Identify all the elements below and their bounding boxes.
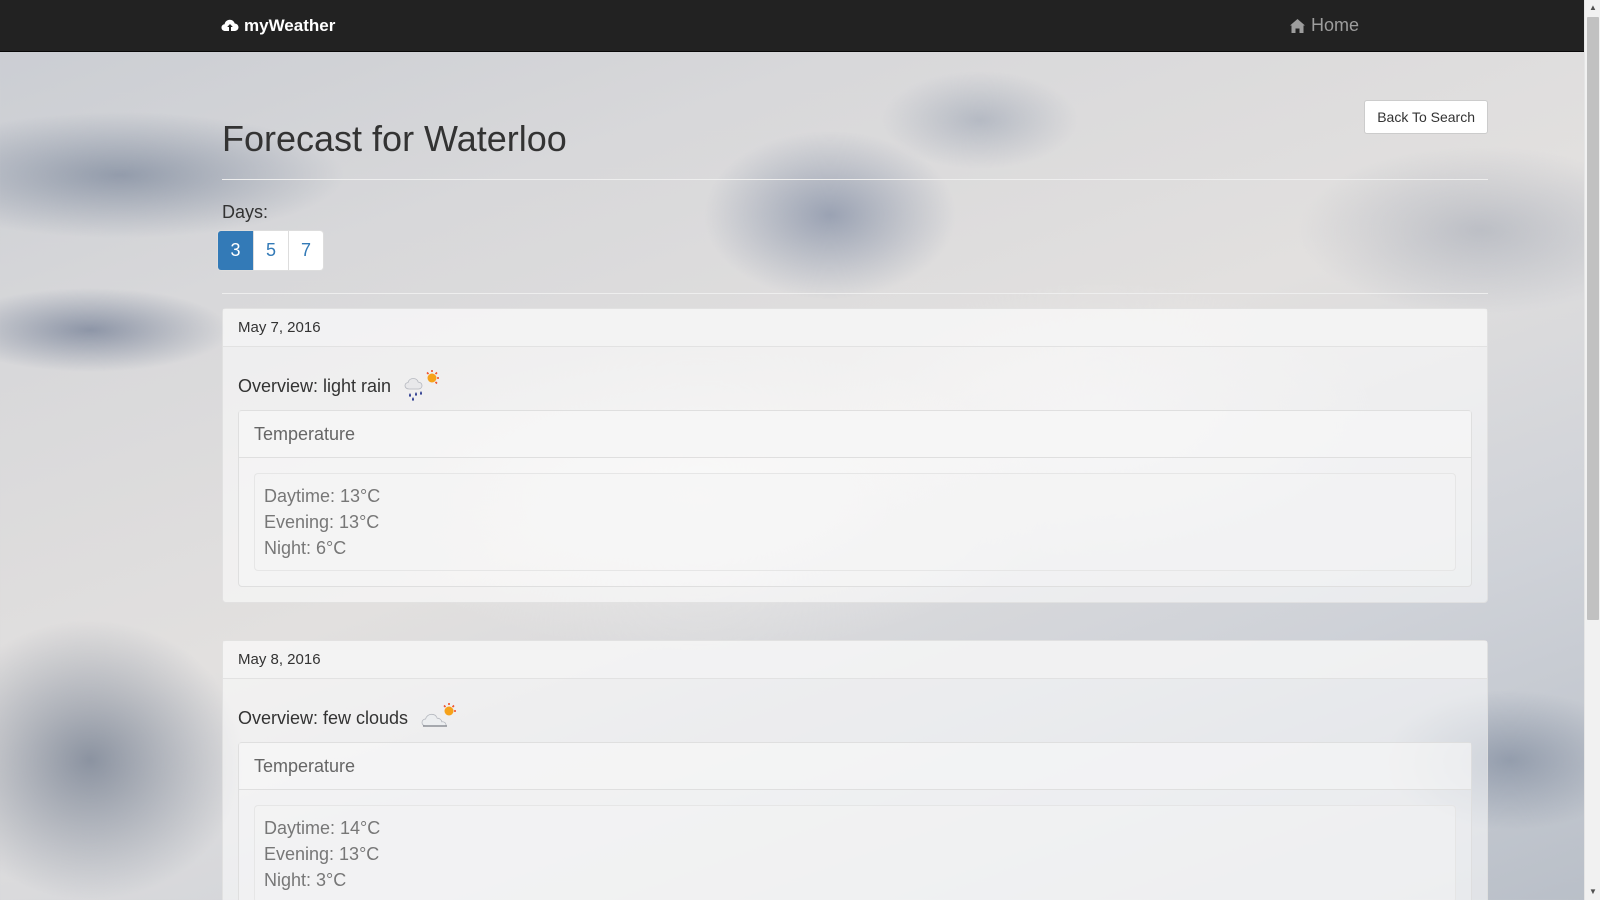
page-title: Forecast for Waterloo [222,118,567,159]
top-navbar: myWeather Home [0,0,1584,52]
days-selector: 3 5 7 [217,230,324,271]
temperature-list: Daytime: 14°C Evening: 13°C Night: 3°C [254,805,1456,900]
temperature-heading: Temperature [239,411,1471,458]
nav-home-link[interactable]: Home [1289,15,1359,36]
overview-text: Overview: light rain [238,375,392,396]
night-temp: Night: 3°C [264,870,347,890]
night-temp: Night: 6°C [264,538,347,558]
forecast-date: May 7, 2016 [223,309,1487,347]
forecast-body: Overview: few clouds Temperature Daytime… [223,679,1487,900]
back-to-search-button[interactable]: Back To Search [1364,100,1488,134]
temperature-panel: Temperature Daytime: 13°C Evening: 13°C … [238,410,1472,587]
page-scrollbar[interactable]: ▲ ▼ [1584,0,1600,900]
scroll-up-arrow-icon[interactable]: ▲ [1585,0,1600,16]
temperature-body: Daytime: 13°C Evening: 13°C Night: 6°C [239,458,1471,586]
scroll-down-arrow-icon[interactable]: ▼ [1585,884,1600,900]
temperature-list: Daytime: 13°C Evening: 13°C Night: 6°C [254,473,1456,571]
days-option-3[interactable]: 3 [218,231,253,270]
temperature-panel: Temperature Daytime: 14°C Evening: 13°C … [238,742,1472,900]
scroll-thumb[interactable] [1587,17,1599,620]
cloud-sun-icon [420,701,458,735]
overview-text: Overview: few clouds [238,707,409,728]
days-label: Days: [222,202,269,222]
nav-home-label: Home [1311,15,1360,35]
rain-sun-icon [403,369,441,403]
section-divider [222,293,1488,294]
main-content: Forecast for Waterloo Back To Search Day… [217,52,1488,900]
home-icon [1289,18,1306,34]
overview-row: Overview: light rain [238,362,1472,410]
cloud-upload-icon [221,17,239,35]
forecast-card: May 7, 2016 Overview: light rain Tempera… [222,308,1488,603]
overview-row: Overview: few clouds [238,694,1472,742]
brand-link[interactable]: myWeather [221,16,335,36]
days-option-5[interactable]: 5 [253,231,288,270]
forecast-date: May 8, 2016 [223,641,1487,679]
days-option-7[interactable]: 7 [288,231,323,270]
daytime-temp: Daytime: 14°C [264,818,381,838]
daytime-temp: Daytime: 13°C [264,486,381,506]
page-header: Forecast for Waterloo Back To Search [222,52,1488,180]
brand-label: myWeather [244,16,336,35]
forecast-body: Overview: light rain Temperature Daytime… [223,347,1487,602]
forecast-card: May 8, 2016 Overview: few clouds Tempera… [222,640,1488,900]
temperature-body: Daytime: 14°C Evening: 13°C Night: 3°C [239,790,1471,900]
evening-temp: Evening: 13°C [264,512,380,532]
evening-temp: Evening: 13°C [264,844,380,864]
temperature-heading: Temperature [239,743,1471,790]
